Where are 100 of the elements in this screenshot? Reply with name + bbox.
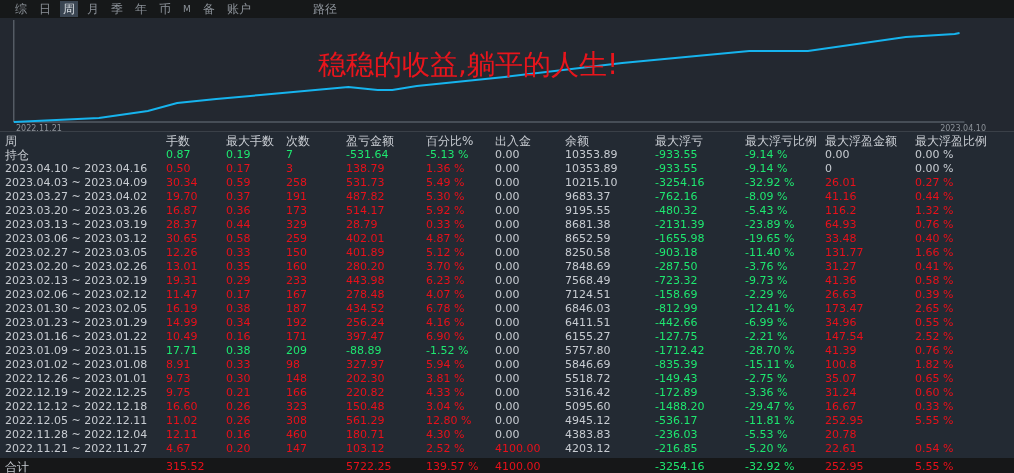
- row-label: 2022.12.19 ~ 2022.12.25: [4, 386, 149, 400]
- table-cell-text: 4383.83: [565, 428, 612, 442]
- row-label: 2023.01.30 ~ 2023.02.05: [4, 302, 149, 316]
- table-cell-text: 17.71: [166, 344, 199, 358]
- table-cell-text: 0.26: [226, 414, 252, 428]
- table-cell-text: 0.29: [226, 274, 252, 288]
- table-cell-text: 7848.69: [565, 260, 612, 274]
- tab[interactable]: 路径: [309, 1, 340, 17]
- table-cell-text: 0.58: [226, 232, 252, 246]
- table-cell-text: 5722.25: [346, 459, 393, 473]
- table-cell-text: 514.17: [346, 204, 386, 218]
- table-cell-text: -3.76 %: [745, 260, 789, 274]
- row-label: 2023.02.06 ~ 2023.02.12: [4, 288, 149, 302]
- column-header: 周: [4, 134, 18, 148]
- table-cell-text: -32.92 %: [745, 176, 796, 190]
- tab[interactable]: 日: [36, 1, 54, 17]
- table-cell-text: 0.26: [226, 400, 252, 414]
- table-cell-text: -3254.16: [655, 176, 706, 190]
- table-cell-text: -287.50: [655, 260, 699, 274]
- table-cell-text: -3254.16: [655, 459, 706, 473]
- table-cell-text: 0.00 %: [915, 162, 955, 176]
- table-cell-text: 0.60 %: [915, 386, 955, 400]
- table-cell-text: 5518.72: [565, 372, 612, 386]
- table-cell-text: 139.57 %: [426, 459, 480, 473]
- table-cell-text: 2.52 %: [426, 442, 466, 456]
- table-cell-text: 0.00: [495, 260, 521, 274]
- table-cell-text: 252.95: [825, 414, 865, 428]
- table-cell-text: 167: [286, 288, 308, 302]
- table-cell-text: 0.55 %: [915, 316, 955, 330]
- table-cell-text: 16.60: [166, 400, 199, 414]
- table-cell-text: -28.70 %: [745, 344, 796, 358]
- table-cell-text: 0.17: [226, 288, 252, 302]
- table-cell-text: 26.63: [825, 288, 858, 302]
- table-cell-text: 10.49: [166, 330, 199, 344]
- table-cell-text: 7568.49: [565, 274, 612, 288]
- table-cell-text: 6846.03: [565, 302, 612, 316]
- table-cell-text: 0.87: [166, 148, 192, 162]
- table-cell-text: 0.00 %: [915, 148, 955, 162]
- table-cell-text: 1.82 %: [915, 358, 955, 372]
- table-cell-text: 397.47: [346, 330, 386, 344]
- row-label: 2022.12.26 ~ 2023.01.01: [4, 372, 149, 386]
- table-cell-text: 131.77: [825, 246, 865, 260]
- table-cell-text: 3.70 %: [426, 260, 466, 274]
- table-cell-text: 8681.38: [565, 218, 612, 232]
- tab[interactable]: 年: [132, 1, 150, 17]
- table-cell-text: 5.55 %: [915, 459, 955, 473]
- row-label: 2023.01.02 ~ 2023.01.08: [4, 358, 149, 372]
- row-label: 2023.03.13 ~ 2023.03.19: [4, 218, 149, 232]
- tab[interactable]: 备: [199, 1, 218, 17]
- table-cell-text: -127.75: [655, 330, 699, 344]
- table-cell-text: -3.36 %: [745, 386, 789, 400]
- table-cell-text: -236.03: [655, 428, 699, 442]
- table-cell-text: -5.13 %: [426, 148, 470, 162]
- table-cell-text: 5316.42: [565, 386, 612, 400]
- table-cell-text: 103.12: [346, 442, 386, 456]
- row-label: 2023.01.16 ~ 2023.01.22: [4, 330, 149, 344]
- tab[interactable]: 币: [156, 1, 174, 17]
- table-cell-text: 1.36 %: [426, 162, 466, 176]
- table-cell-text: -23.89 %: [745, 218, 796, 232]
- column-header: 最大浮亏比例: [745, 134, 818, 148]
- table-cell-text: 0.00: [495, 204, 521, 218]
- table-cell-text: 41.36: [825, 274, 858, 288]
- tab[interactable]: 季: [108, 1, 126, 17]
- table-cell-text: 150.48: [346, 400, 386, 414]
- date-label: 2022.11.21: [16, 124, 62, 133]
- table-cell-text: 531.73: [346, 176, 386, 190]
- table-cell-text: 34.96: [825, 316, 858, 330]
- table-cell-text: 434.52: [346, 302, 386, 316]
- table-cell-text: 33.48: [825, 232, 858, 246]
- tab[interactable]: M: [180, 1, 194, 17]
- table-cell-text: 6.23 %: [426, 274, 466, 288]
- table-cell-text: 192: [286, 316, 308, 330]
- table-cell-text: -19.65 %: [745, 232, 796, 246]
- table-cell-text: 5.92 %: [426, 204, 466, 218]
- table-cell-text: 252.95: [825, 459, 865, 473]
- table-cell-text: 98: [286, 358, 301, 372]
- table-cell-text: 9195.55: [565, 204, 612, 218]
- row-label: 2023.02.20 ~ 2023.02.26: [4, 260, 149, 274]
- table-cell-text: 171: [286, 330, 308, 344]
- table-cell-text: -11.81 %: [745, 414, 796, 428]
- tab[interactable]: 月: [84, 1, 102, 17]
- table-cell-text: 4100.00: [495, 442, 542, 456]
- table-cell-text: 401.89: [346, 246, 386, 260]
- table-cell-text: 4945.12: [565, 414, 612, 428]
- table-cell-text: 19.31: [166, 274, 199, 288]
- table-cell-text: 0.40 %: [915, 232, 955, 246]
- table-cell-text: 5757.80: [565, 344, 612, 358]
- table-cell-text: 12.11: [166, 428, 199, 442]
- table-cell-text: 28.37: [166, 218, 199, 232]
- table-cell-text: -531.64: [346, 148, 390, 162]
- row-label: 2023.02.13 ~ 2023.02.19: [4, 274, 149, 288]
- tab[interactable]: 综: [12, 1, 30, 17]
- table-cell-text: 0.00: [495, 414, 521, 428]
- tab[interactable]: 周: [60, 1, 78, 17]
- column-header: 次数: [286, 134, 311, 148]
- table-cell-text: 0.33 %: [915, 400, 955, 414]
- table-cell-text: 4.67: [166, 442, 192, 456]
- tab[interactable]: 账户: [223, 1, 254, 17]
- table-cell-text: -933.55: [655, 162, 699, 176]
- table-cell-text: 0.54 %: [915, 442, 955, 456]
